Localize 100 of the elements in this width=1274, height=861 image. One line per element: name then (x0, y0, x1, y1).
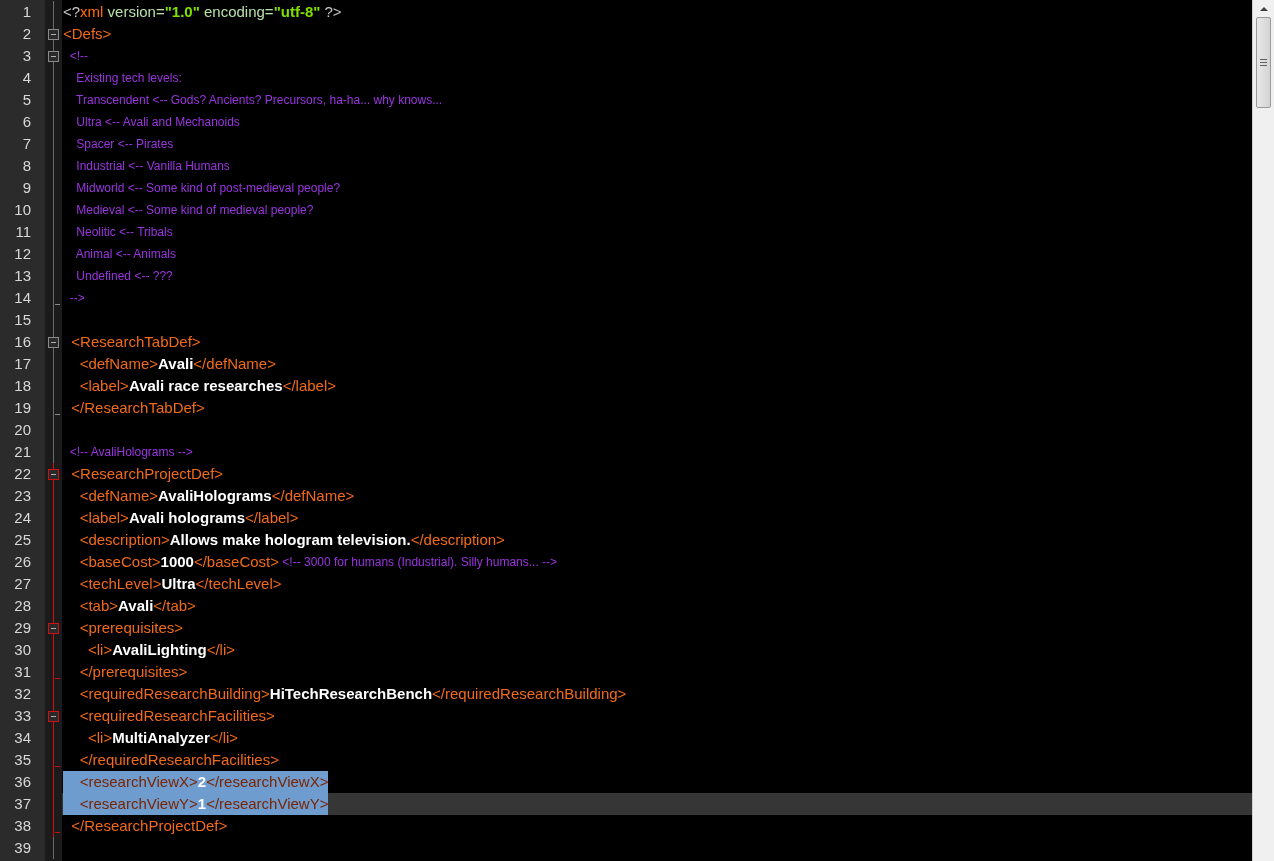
fold-collapse-icon[interactable] (48, 336, 59, 348)
element-text: Avali holograms (128, 508, 246, 528)
element-text: AvaliLighting (112, 640, 207, 660)
fold-collapse-icon[interactable] (48, 50, 59, 62)
xml-tag: <prerequisites> (63, 617, 184, 639)
line-number: 8 (21, 156, 32, 176)
fold-collapse-icon[interactable] (48, 28, 59, 40)
element-text: Allows make hologram television. (169, 530, 411, 550)
line-number: 17 (13, 354, 32, 374)
line-number: 32 (13, 684, 32, 704)
line-number: 5 (21, 90, 32, 110)
attribute-value: "utf-8" (273, 2, 321, 22)
xml-tag: </tab> (153, 595, 196, 617)
xml-tag: </requiredResearchFacilities> (63, 749, 279, 771)
xml-tag: <researchViewY> (63, 793, 198, 815)
line-number: 9 (21, 178, 32, 198)
line-number: 37 (13, 794, 32, 814)
scroll-up-icon[interactable] (1259, 7, 1268, 11)
element-text: MultiAnalyzer (112, 728, 210, 748)
xml-tag: <li> (63, 727, 113, 749)
xml-tag: <label> (63, 507, 129, 529)
code-comment: Midworld <-- Some kind of post-medieval people? (75, 180, 341, 197)
line-number: 10 (13, 200, 32, 220)
xml-tag: <tab> (63, 595, 119, 617)
line-number: 25 (13, 530, 32, 550)
line-number: 39 (13, 838, 32, 858)
xml-tag: <researchViewX> (63, 771, 198, 793)
xml-declaration: xml (80, 2, 104, 22)
scrollbar-thumb[interactable] (1256, 17, 1271, 108)
xml-punctuation: ?> (323, 2, 342, 22)
line-number: 38 (13, 816, 32, 836)
element-text: HiTechResearchBench (269, 684, 433, 704)
code-comment: <!-- AvaliHolograms --> (68, 444, 193, 461)
code-comment: Existing tech levels: (75, 70, 182, 87)
line-number: 19 (13, 398, 32, 418)
xml-tag: </ResearchTabDef> (63, 397, 205, 419)
vertical-scrollbar[interactable] (1252, 0, 1274, 861)
fold-collapse-icon[interactable] (48, 710, 59, 722)
xml-tag: <ResearchProjectDef> (63, 463, 224, 485)
line-number: 35 (13, 750, 32, 770)
xml-tag: </baseCost> (193, 551, 279, 573)
line-number: 12 (13, 244, 32, 264)
line-number: 23 (13, 486, 32, 506)
line-number: 18 (13, 376, 32, 396)
line-number: 13 (13, 266, 32, 286)
xml-tag: <li> (63, 639, 113, 661)
line-number: 33 (13, 706, 32, 726)
code-comment: Undefined <-- ??? (75, 268, 173, 285)
element-text: Avali race researches (128, 376, 283, 396)
xml-tag: <label> (63, 375, 129, 397)
xml-tag: </defName> (271, 485, 355, 507)
fold-collapse-icon[interactable] (48, 468, 59, 480)
xml-tag: </requiredResearchBuilding> (432, 683, 627, 705)
line-number: 1 (21, 2, 32, 22)
element-text: Avali (158, 354, 194, 374)
xml-punctuation: <? (63, 2, 81, 22)
line-number: 14 (13, 288, 32, 308)
xml-tag: </li> (206, 639, 235, 661)
xml-tag: </label> (245, 507, 299, 529)
xml-tag: </li> (209, 727, 239, 749)
line-number: 24 (13, 508, 32, 528)
xml-tag: <requiredResearchFacilities> (63, 705, 275, 727)
line-number: 2 (21, 24, 32, 44)
code-comment: Animal <-- Animals (74, 246, 177, 263)
code-comment: <!-- 3000 for humans (Industrial). Silly humans... --> (281, 554, 558, 571)
xml-tag: </description> (410, 529, 505, 551)
line-number: 21 (13, 442, 32, 462)
line-number: 16 (13, 332, 32, 352)
line-number: 7 (21, 134, 32, 154)
line-number: 11 (14, 222, 32, 242)
line-number: 6 (21, 112, 32, 132)
line-number: 27 (13, 574, 32, 594)
attribute-value: "1.0" (164, 2, 200, 22)
line-number: 34 (13, 728, 32, 748)
element-text: 1 (197, 794, 207, 814)
xml-tag: <ResearchTabDef> (63, 331, 201, 353)
line-number: 36 (13, 772, 32, 792)
element-text: AvaliHolograms (158, 486, 272, 506)
line-number: 15 (13, 310, 32, 330)
element-text: Ultra (161, 574, 196, 594)
xml-tag: </researchViewY> (206, 793, 329, 815)
code-comment: Spacer <-- Pirates (75, 136, 174, 153)
xml-tag: </defName> (193, 353, 276, 375)
xml-tag: <defName> (63, 353, 159, 375)
element-text: 1000 (160, 552, 194, 572)
code-comment: --> (68, 290, 85, 307)
attribute-name: version= (106, 2, 165, 22)
line-number: 29 (13, 618, 32, 638)
xml-tag: <description> (63, 529, 170, 551)
code-comment: Ultra <-- Avali and Mechanoids (75, 114, 240, 131)
fold-collapse-icon[interactable] (48, 622, 59, 634)
xml-tag: <techLevel> (63, 573, 162, 595)
element-text: Avali (118, 596, 154, 616)
xml-tag: </prerequisites> (63, 661, 188, 683)
line-number: 4 (21, 68, 32, 88)
line-number: 31 (13, 662, 32, 682)
line-number: 28 (13, 596, 32, 616)
line-number: 30 (13, 640, 32, 660)
xml-tag: </researchViewX> (206, 771, 329, 793)
xml-tag: <defName> (63, 485, 159, 507)
